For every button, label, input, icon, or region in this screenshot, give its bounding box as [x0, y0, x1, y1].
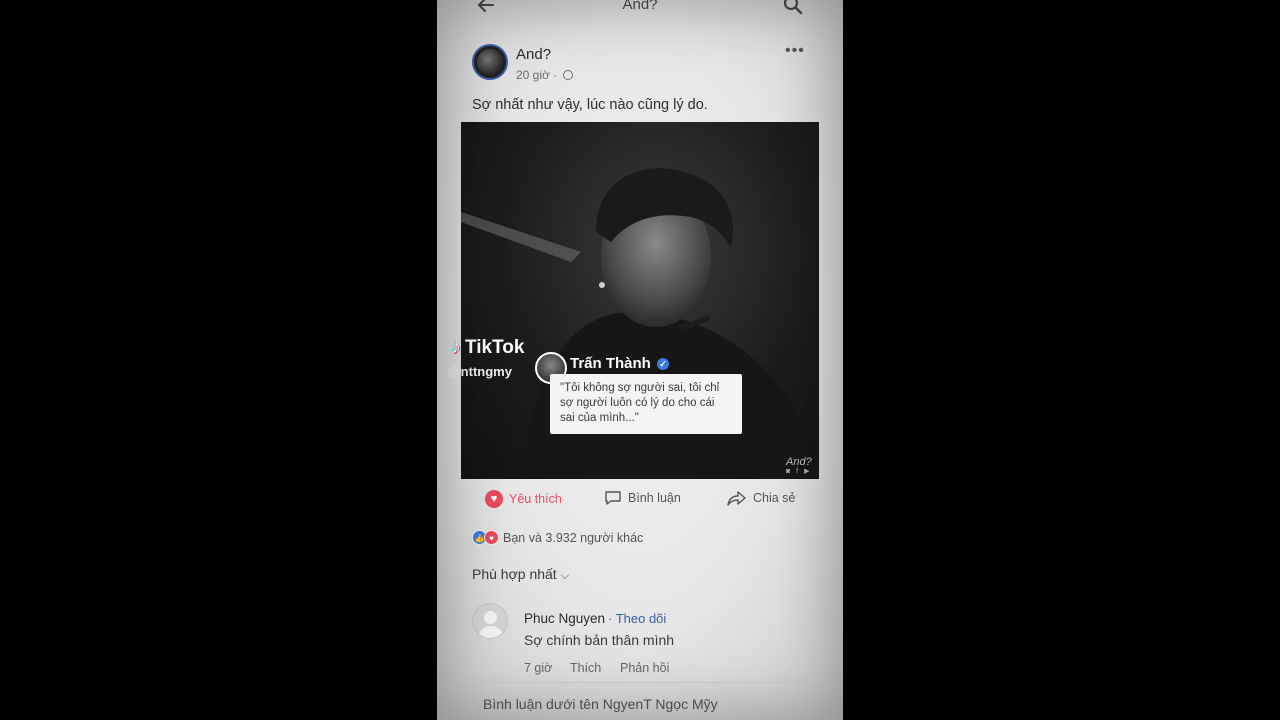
follow-link[interactable]: · Theo dõi — [608, 611, 666, 626]
action-bar: ♥ Yêu thích Bình luận Chia sẻ — [437, 490, 843, 512]
like-label: Yêu thích — [509, 492, 562, 506]
comment-button[interactable]: Bình luận — [604, 490, 681, 506]
commenter-name[interactable]: Phuc Nguyen — [524, 611, 605, 626]
share-label: Chia sẻ — [753, 491, 796, 505]
comment-label: Bình luận — [628, 491, 681, 505]
post-footer-area: ♥ Yêu thích Bình luận Chia sẻ 👍 ♥ Bạn và… — [437, 0, 843, 720]
chevron-down-icon: ⌵ — [560, 570, 569, 582]
sort-label: Phù hợp nhất — [472, 566, 557, 582]
like-button[interactable]: ♥ Yêu thích — [485, 490, 562, 508]
comment-like-button[interactable]: Thích — [570, 661, 601, 675]
reactions-summary[interactable]: 👍 ♥ Bạn và 3.932 người khác — [472, 530, 643, 545]
share-button[interactable]: Chia sẻ — [727, 490, 795, 506]
heart-icon: ♥ — [485, 490, 503, 508]
comment-text: Sợ chính bản thân mình — [524, 632, 675, 648]
comment-input[interactable]: Bình luận dưới tên NgyenT Ngọc Mỹy — [483, 696, 718, 712]
comment-reply-button[interactable]: Phản hồi — [620, 661, 669, 675]
comment-time: 7 giờ — [524, 661, 553, 675]
divider — [461, 682, 819, 683]
comment-icon — [605, 491, 621, 505]
comment-sort-dropdown[interactable]: Phù hợp nhất ⌵ — [472, 566, 569, 583]
share-icon — [727, 491, 746, 506]
commenter-avatar[interactable] — [472, 603, 508, 639]
love-reaction-icon: ♥ — [484, 530, 499, 545]
reactions-text: Bạn và 3.932 người khác — [503, 530, 644, 545]
